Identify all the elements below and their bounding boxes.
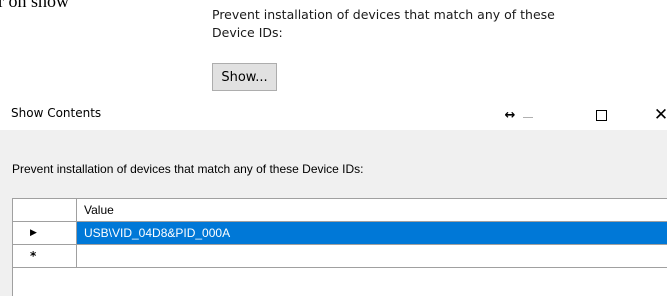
value-column-header[interactable]: Value [77,199,667,222]
device-id-grid[interactable]: Value ▶ USB\VID_04D8&PID_000A * [12,198,667,296]
minimize-icon[interactable] [515,100,541,130]
grid-header-row: Value [13,199,667,222]
maximize-box [595,109,607,121]
close-icon[interactable]: ✕ [646,100,667,130]
partial-text: r on show [0,0,69,11]
prevent-installation-label: Prevent installation of devices that mat… [212,7,555,40]
value-cell[interactable]: USB\VID_04D8&PID_000A [77,222,667,245]
table-row-new[interactable]: * [13,245,667,268]
dialog-title: Show Contents [11,106,102,120]
new-value-cell[interactable] [77,245,667,268]
new-row-asterisk-icon[interactable]: * [13,245,77,268]
minimize-bar [523,116,533,118]
show-button[interactable]: Show... [212,63,277,91]
maximize-icon[interactable] [588,100,614,130]
background-window: r on show Prevent installation of device… [0,0,667,100]
table-row[interactable]: ▶ USB\VID_04D8&PID_000A [13,222,667,245]
title-bar[interactable]: Show Contents ↔ ✕ [0,100,667,130]
current-row-arrow-icon[interactable]: ▶ [13,222,77,245]
show-contents-dialog: Show Contents ↔ ✕ Prevent installation o… [0,100,667,296]
dialog-label: Prevent installation of devices that mat… [12,162,364,176]
header-selector-cell [13,199,77,222]
